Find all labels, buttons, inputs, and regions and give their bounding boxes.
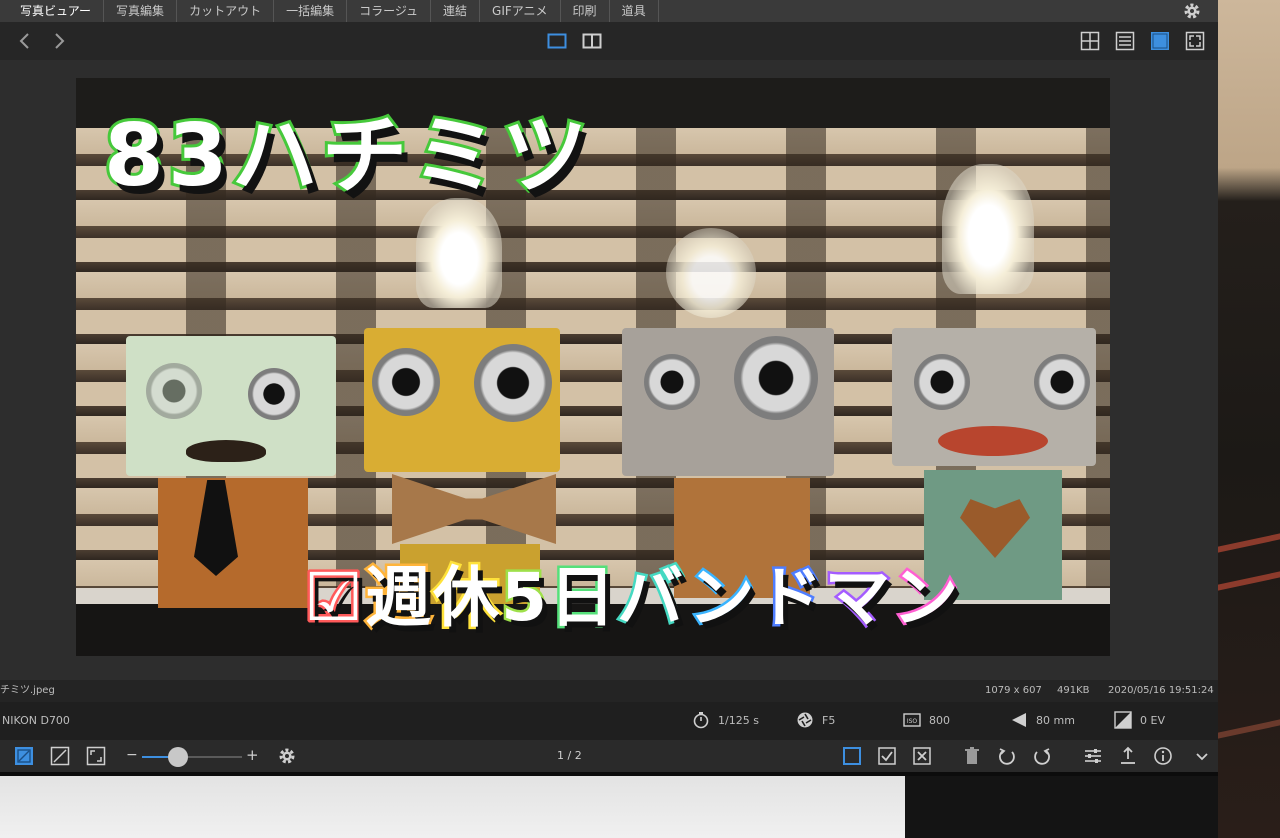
displayed-photo[interactable]: 83ハチミツ ☑週休5日バンドマン <box>76 78 1110 656</box>
menu-photo-viewer[interactable]: 写真ビュアー <box>0 0 105 22</box>
page-indicator: 1 / 2 <box>557 749 582 762</box>
focal-length-icon <box>1012 713 1026 727</box>
zoom-in-button[interactable]: + <box>246 746 259 764</box>
robot-4-bulb <box>942 164 1034 294</box>
menu-batch-edit[interactable]: 一括編集 <box>274 0 348 22</box>
desk-background <box>1218 0 1280 838</box>
zoom-out-button[interactable]: − <box>126 747 138 763</box>
chevron-right-icon[interactable] <box>48 30 70 52</box>
menu-photo-edit[interactable]: 写真編集 <box>104 0 178 22</box>
robot-eye <box>914 354 970 410</box>
rotate-right-icon[interactable] <box>1032 746 1052 766</box>
fill-window-icon[interactable] <box>86 746 106 766</box>
robot-eye <box>372 348 440 416</box>
robot-eye <box>734 336 818 420</box>
gear-icon[interactable] <box>1182 0 1202 22</box>
robot-3-bulb <box>666 228 756 318</box>
bottom-toolbar: − + 1 / 2 <box>0 740 1218 772</box>
robot-eye <box>1034 354 1090 410</box>
menu-tools[interactable]: 道具 <box>610 0 659 22</box>
exposure-value: 0 EV <box>1140 713 1165 727</box>
split-view-icon[interactable] <box>582 31 602 51</box>
detail-view-icon[interactable] <box>1150 31 1170 51</box>
file-info-bar: チミツ.jpeg 1079 x 607 491KB 2020/05/16 19:… <box>0 680 1218 702</box>
aperture-value: F5 <box>822 713 836 727</box>
actual-size-icon[interactable] <box>50 746 70 766</box>
aperture-icon <box>797 712 813 728</box>
exif-bar: NIKON D700 1/125 s F5 ISO 800 80 mm 0 EV <box>0 702 1218 740</box>
robot-lips <box>938 426 1048 456</box>
robot-2-bulb <box>416 198 502 308</box>
zoom-slider-handle[interactable] <box>168 747 188 767</box>
robot-eye <box>146 363 202 419</box>
subtitle-char: 週 <box>363 557 434 639</box>
rotate-left-icon[interactable] <box>997 746 1017 766</box>
subtitle-char: ン <box>890 557 961 639</box>
aperture-info: F5 <box>796 711 835 729</box>
deselect-icon[interactable] <box>912 746 932 766</box>
shutter-info: 1/125 s <box>692 711 759 729</box>
robot-mustache <box>186 440 266 462</box>
menu-cutout[interactable]: カットアウト <box>177 0 275 22</box>
menu-bar: 写真ビュアー 写真編集 カットアウト 一括編集 コラージュ 連結 GIFアニメ … <box>0 0 1218 22</box>
fit-window-icon[interactable] <box>14 746 34 766</box>
single-view-icon[interactable] <box>547 31 567 51</box>
focal-length: 80 mm <box>1036 713 1075 727</box>
trash-icon[interactable] <box>962 746 982 766</box>
robot-eye <box>644 354 700 410</box>
robot-eye <box>248 368 300 420</box>
adjustments-icon[interactable] <box>1083 746 1103 766</box>
stopwatch-icon <box>693 712 709 729</box>
view-toolbar <box>0 22 1218 60</box>
menu-gif-animation[interactable]: GIFアニメ <box>480 0 561 22</box>
chevron-left-icon[interactable] <box>14 30 36 52</box>
subtitle-char: バ <box>615 557 689 639</box>
subtitle-char: 5 <box>499 557 550 639</box>
camera-model: NIKON D700 <box>2 714 70 727</box>
share-icon[interactable] <box>1118 746 1138 766</box>
exposure-icon <box>1114 711 1132 729</box>
subtitle-char: マ <box>822 557 893 639</box>
checkbox-icon[interactable] <box>877 746 897 766</box>
subtitle-char: 日 <box>547 557 618 639</box>
select-icon[interactable] <box>842 746 862 766</box>
subtitle-char: 休 <box>431 557 502 639</box>
subtitle-char: ☑ <box>301 557 366 639</box>
shutter-speed: 1/125 s <box>718 713 759 727</box>
iso-icon: ISO <box>903 713 921 727</box>
iso-info: ISO 800 <box>903 711 950 729</box>
iso-value: 800 <box>929 713 950 727</box>
menu-combine[interactable]: 連結 <box>431 0 481 22</box>
exposure-info: 0 EV <box>1114 711 1165 729</box>
subtitle-char: ン <box>686 557 757 639</box>
gear-icon[interactable] <box>277 746 297 766</box>
chevron-down-icon[interactable] <box>1192 747 1212 767</box>
focal-info: 80 mm <box>1010 711 1075 729</box>
menu-print[interactable]: 印刷 <box>561 0 610 22</box>
file-date: 2020/05/16 19:51:24 <box>1108 685 1214 696</box>
menu-collage[interactable]: コラージュ <box>347 0 432 22</box>
list-view-icon[interactable] <box>1115 31 1135 51</box>
photo-viewer-app: 写真ビュアー 写真編集 カットアウト 一括編集 コラージュ 連結 GIFアニメ … <box>0 0 1218 772</box>
file-name: チミツ.jpeg <box>0 685 55 696</box>
image-dimensions: 1079 x 607 <box>985 685 1042 696</box>
robot-eye <box>474 344 552 422</box>
grid-view-icon[interactable] <box>1080 31 1100 51</box>
photo-subtitle-text: ☑週休5日バンドマン <box>301 557 961 639</box>
svg-text:ISO: ISO <box>907 718 918 725</box>
file-size: 491KB <box>1057 685 1090 696</box>
info-icon[interactable] <box>1153 746 1173 766</box>
monitor-bezel <box>0 772 1218 838</box>
fullscreen-icon[interactable] <box>1185 31 1205 51</box>
subtitle-char: ド <box>754 557 825 639</box>
photo-title-text: 83ハチミツ <box>101 103 592 209</box>
